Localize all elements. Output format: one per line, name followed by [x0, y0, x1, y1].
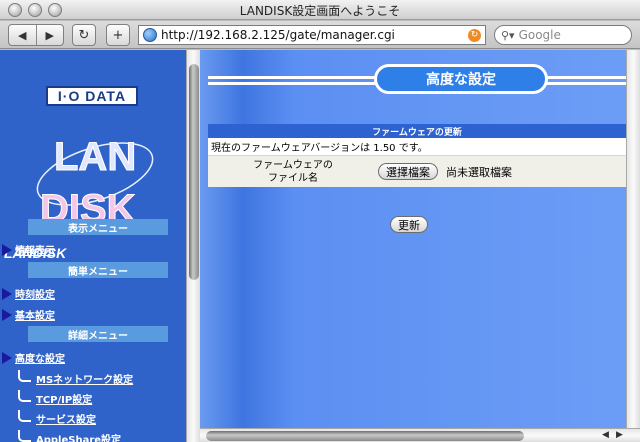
sidebar-item-clock[interactable]: 時刻設定	[2, 286, 55, 301]
sidebar-subitem-service[interactable]: サービス設定	[18, 409, 96, 426]
menu-header-simple: 簡単メニュー	[28, 262, 168, 278]
scroll-left-arrow-icon[interactable]: ◀	[602, 430, 609, 440]
firmware-file-input[interactable]: 選擇檔案 尚未選取檔案	[378, 156, 626, 187]
forward-arrow-icon: ▶	[45, 28, 54, 42]
sidebar-item-advanced[interactable]: 高度な設定	[2, 350, 65, 365]
sidebar-item-basic[interactable]: 基本設定	[2, 307, 55, 322]
main-vertical-scrollbar[interactable]	[626, 50, 640, 428]
add-bookmark-button[interactable]: +	[106, 24, 130, 46]
sidebar-subitem-label[interactable]: TCP/IP設定	[36, 391, 92, 406]
arrow-right-icon	[2, 351, 12, 364]
update-button[interactable]: 更新	[390, 216, 428, 233]
firmware-file-label-line2: ファイル名	[268, 172, 318, 184]
address-bar[interactable]: http://192.168.2.125/gate/manager.cgi ↻	[138, 25, 486, 45]
page-title: 高度な設定	[374, 64, 548, 94]
firmware-version-text: 現在のファームウェアバージョンは 1.50 です。	[208, 138, 626, 155]
firmware-file-row: ファームウェアの ファイル名 選擇檔案 尚未選取檔案	[208, 155, 626, 187]
tree-branch-icon	[18, 429, 31, 442]
url-text[interactable]: http://192.168.2.125/gate/manager.cgi	[161, 28, 468, 42]
sidebar-item-label[interactable]: 時刻設定	[15, 286, 55, 301]
tree-branch-icon	[18, 389, 31, 402]
title-bar: LANDISK設定画面へようこそ	[0, 0, 640, 20]
sidebar-item-label[interactable]: 情報表示	[15, 242, 55, 257]
menu-header-detail: 詳細メニュー	[28, 326, 168, 342]
globe-icon	[143, 28, 157, 42]
firmware-file-label-line1: ファームウェアの	[253, 159, 333, 171]
sidebar-subitem-appleshare[interactable]: AppleShare設定	[18, 429, 121, 442]
reload-button[interactable]: ↻	[72, 24, 96, 46]
sidebar-scroll-thumb[interactable]	[189, 64, 199, 280]
firmware-file-label: ファームウェアの ファイル名	[208, 156, 378, 187]
reload-indicator-icon[interactable]: ↻	[468, 28, 481, 42]
sidebar-subitem-label[interactable]: AppleShare設定	[36, 431, 121, 442]
sidebar-subitem-label[interactable]: サービス設定	[36, 411, 96, 426]
back-arrow-icon: ◀	[18, 28, 27, 42]
landisk-logo: LAN DISK	[36, 135, 154, 232]
window-title: LANDISK設定画面へようこそ	[239, 4, 401, 18]
scroll-right-arrow-icon[interactable]: ▶	[616, 430, 623, 440]
sidebar-item-info[interactable]: 情報表示	[2, 242, 55, 257]
sidebar-scrollbar[interactable]	[186, 50, 200, 442]
sidebar-frame: I·O DATA LAN DISK LANDISK 表示メニュー 情報表示 簡単…	[0, 50, 186, 442]
arrow-right-icon	[2, 308, 12, 321]
plus-icon: +	[112, 27, 124, 43]
reload-icon: ↻	[78, 27, 90, 43]
forward-button[interactable]: ▶	[35, 25, 64, 45]
main-frame: 高度な設定 ファームウェアの更新 現在のファームウェアバージョンは 1.50 で…	[200, 50, 626, 428]
back-button[interactable]: ◀	[9, 25, 36, 45]
back-forward-group: ◀ ▶	[8, 24, 64, 46]
search-input[interactable]: ⚲▾ Google	[494, 25, 632, 45]
sidebar-subitem-ms-network[interactable]: MSネットワーク設定	[18, 369, 133, 386]
arrow-right-icon	[2, 287, 12, 300]
no-file-selected-text: 尚未選取檔案	[446, 165, 512, 179]
main-horizontal-scrollbar[interactable]: ◀ ▶	[200, 428, 640, 442]
choose-file-button[interactable]: 選擇檔案	[378, 163, 438, 180]
tree-branch-icon	[18, 409, 31, 422]
browser-toolbar: ◀ ▶ ↻ + http://192.168.2.125/gate/manage…	[0, 21, 640, 49]
arrow-right-icon	[2, 243, 12, 256]
firmware-update-section: ファームウェアの更新 現在のファームウェアバージョンは 1.50 です。 ファー…	[208, 124, 626, 187]
firmware-section-title: ファームウェアの更新	[208, 124, 626, 138]
sidebar-item-label[interactable]: 基本設定	[15, 307, 55, 322]
tree-branch-icon	[18, 369, 31, 382]
search-icon: ⚲▾	[501, 28, 515, 42]
main-hscroll-thumb[interactable]	[206, 431, 524, 441]
sidebar-item-label[interactable]: 高度な設定	[15, 350, 65, 365]
sidebar-subitem-label[interactable]: MSネットワーク設定	[36, 371, 133, 386]
search-placeholder: Google	[518, 28, 561, 42]
iodata-logo: I·O DATA	[46, 86, 138, 106]
logo-text-lan: LAN	[54, 135, 136, 179]
sidebar-subitem-tcpip[interactable]: TCP/IP設定	[18, 389, 92, 406]
menu-header-display: 表示メニュー	[28, 219, 168, 235]
